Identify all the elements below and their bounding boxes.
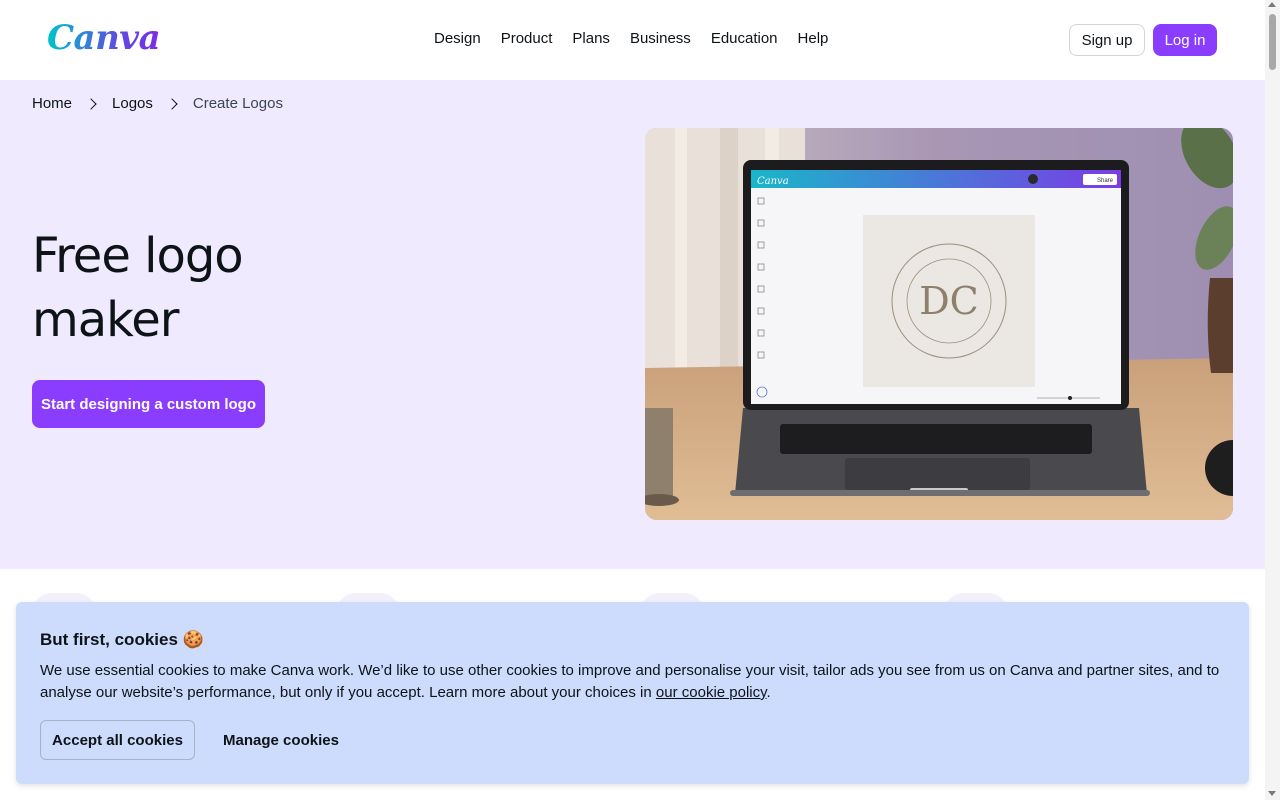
hero-laptop-image: Canva Share DC <box>645 128 1233 520</box>
cookie-text-body: We use essential cookies to make Canva w… <box>40 662 1220 701</box>
breadcrumb-home[interactable]: Home <box>32 95 72 112</box>
scroll-thumb[interactable] <box>1269 14 1276 70</box>
main-nav: Design Product Plans Business Education … <box>424 28 838 49</box>
scroll-down-icon[interactable] <box>1268 791 1276 796</box>
log-in-button[interactable]: Log in <box>1153 24 1217 56</box>
start-designing-button[interactable]: Start designing a custom logo <box>32 380 265 428</box>
monogram-text: DC <box>919 279 979 323</box>
nav-help[interactable]: Help <box>788 28 839 49</box>
breadcrumb-logos[interactable]: Logos <box>112 95 153 112</box>
accept-all-cookies-button[interactable]: Accept all cookies <box>40 720 195 760</box>
nav-business[interactable]: Business <box>620 28 701 49</box>
cookie-text-end: . <box>766 684 771 701</box>
editor-brand: Canva <box>757 176 789 187</box>
canva-logo[interactable]: Canva <box>47 18 161 58</box>
breadcrumb-create-logos: Create Logos <box>192 95 283 112</box>
cookie-policy-link[interactable]: our cookie policy <box>656 684 767 701</box>
nav-plans[interactable]: Plans <box>562 28 620 49</box>
page-title: Free logo maker <box>32 228 244 348</box>
manage-cookies-button[interactable]: Manage cookies <box>211 720 351 760</box>
hero-section: Home Logos Create Logos Free logo maker … <box>0 80 1265 569</box>
page-scrollbar[interactable] <box>1265 0 1280 800</box>
chevron-right-icon <box>85 97 97 110</box>
cookie-title: But first, cookies 🍪 <box>40 630 204 649</box>
cookie-description: We use essential cookies to make Canva w… <box>40 660 1230 704</box>
site-header: Canva Design Product Plans Business Educ… <box>0 0 1265 80</box>
share-label: Share <box>1097 178 1114 184</box>
chevron-right-icon <box>166 97 178 110</box>
scroll-up-icon[interactable] <box>1268 2 1276 7</box>
breadcrumb: Home Logos Create Logos <box>32 95 283 112</box>
nav-design[interactable]: Design <box>424 28 491 49</box>
nav-education[interactable]: Education <box>701 28 788 49</box>
cookie-banner: But first, cookies 🍪 We use essential co… <box>16 602 1249 784</box>
nav-product[interactable]: Product <box>491 28 563 49</box>
sign-up-button[interactable]: Sign up <box>1069 24 1145 56</box>
